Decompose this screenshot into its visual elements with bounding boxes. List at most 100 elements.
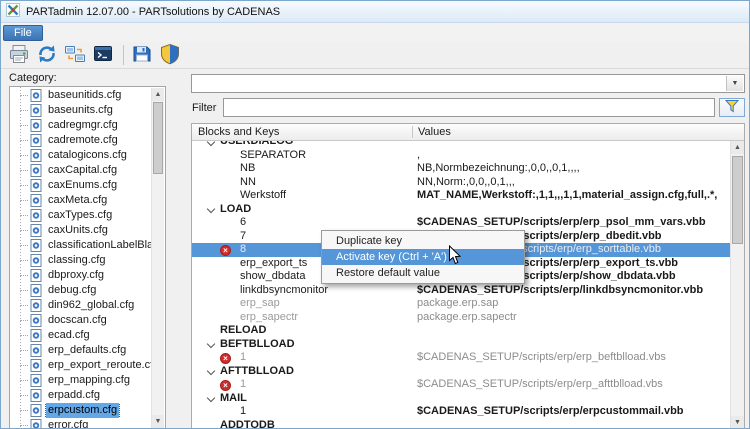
config-file-icon <box>30 194 42 207</box>
filter-input[interactable] <box>223 98 715 117</box>
tree-item-label: caxCapital.cfg <box>48 164 118 176</box>
tree-item[interactable]: classing.cfg <box>10 253 151 268</box>
titlebar[interactable]: PARTadmin 12.07.00 - PARTsolutions by CA… <box>1 1 749 23</box>
shield-toolbar-button[interactable] <box>157 43 183 68</box>
tree-item[interactable]: erpcustom.cfg <box>10 403 151 418</box>
table-row[interactable]: Werkstoff MAT_NAME,Werkstoff:,1,1,,,1,1,m… <box>192 189 730 203</box>
tree-item[interactable]: error.cfg <box>10 418 151 428</box>
table-scrollbar-thumb[interactable] <box>732 156 743 244</box>
table-row[interactable]: 6 $CADENAS_SETUP/scripts/erp/erp_psol_mm_… <box>192 216 730 230</box>
table-row[interactable]: AFTTBLLOAD <box>192 365 730 379</box>
tree-item[interactable]: din962_global.cfg <box>10 298 151 313</box>
tree-item[interactable]: dbproxy.cfg <box>10 268 151 283</box>
chevron-expanded-icon[interactable] <box>206 366 216 376</box>
row-key: BEFTBLLOAD <box>220 337 295 350</box>
tree-item[interactable]: caxTypes.cfg <box>10 208 151 223</box>
table-row[interactable]: RELOAD <box>192 324 730 338</box>
table-row[interactable]: × 1 $CADENAS_SETUP/scripts/erp/erp_beftbll… <box>192 351 730 365</box>
scroll-down-arrow[interactable]: ▼ <box>152 415 164 428</box>
table-row[interactable]: 1 $CADENAS_SETUP/scripts/erp/erpcustommai… <box>192 405 730 419</box>
tree-item[interactable]: debug.cfg <box>10 283 151 298</box>
config-file-combobox[interactable]: ▼ <box>191 74 745 93</box>
table-row[interactable]: erp_sap package.erp.sap <box>192 297 730 311</box>
chevron-expanded-icon[interactable] <box>206 141 216 146</box>
table-row[interactable]: ADDTODB <box>192 419 730 429</box>
table-row[interactable]: LOAD <box>192 203 730 217</box>
config-file-icon <box>30 284 42 297</box>
table-row[interactable]: USERDIALOG <box>192 141 730 149</box>
tree-item-label: docscan.cfg <box>48 314 107 326</box>
context-menu-item[interactable]: Activate key (Ctrl + 'A') <box>322 249 524 265</box>
tree-scrollbar-thumb[interactable] <box>153 102 163 174</box>
scroll-down-arrow[interactable]: ▼ <box>731 416 744 428</box>
row-key: NN <box>240 175 256 188</box>
scroll-up-arrow[interactable]: ▲ <box>152 88 164 101</box>
config-file-icon <box>30 344 42 357</box>
config-file-icon <box>30 149 42 162</box>
table-row[interactable]: BEFTBLLOAD <box>192 338 730 352</box>
table-row[interactable]: × 1 $CADENAS_SETUP/scripts/erp/erp_afttbll… <box>192 378 730 392</box>
refresh-toolbar-button[interactable] <box>34 43 60 68</box>
row-key: 8 <box>240 243 247 255</box>
transfer-toolbar-button[interactable] <box>62 43 88 68</box>
row-key: Werkstoff <box>240 189 287 201</box>
tree-item[interactable]: classificationLabelBlackl <box>10 238 151 253</box>
tree-item[interactable]: baseunits.cfg <box>10 103 151 118</box>
filter-button[interactable] <box>719 98 745 117</box>
tree-item[interactable]: baseunitids.cfg <box>10 88 151 103</box>
table-row[interactable]: NB NB,Normbezeichnung:,0,0,,0,1,,,, <box>192 162 730 176</box>
chevron-expanded-icon[interactable] <box>206 339 216 349</box>
tree-item[interactable]: ecad.cfg <box>10 328 151 343</box>
menubar: File <box>1 23 749 42</box>
tree-item-label: classing.cfg <box>48 254 106 266</box>
table-row[interactable]: MAIL <box>192 392 730 406</box>
transfer-icon <box>64 43 86 68</box>
scroll-up-arrow[interactable]: ▲ <box>731 141 744 154</box>
table-body: USERDIALOG SEPARATOR, NB NB,Normbezeichnung… <box>192 141 730 429</box>
tree-item[interactable]: caxMeta.cfg <box>10 193 151 208</box>
tree-item-label: erp_export_reroute.cfg <box>48 359 151 371</box>
config-file-icon <box>30 164 42 177</box>
tree-item[interactable]: erpadd.cfg <box>10 388 151 403</box>
tree-item-label: din962_global.cfg <box>48 299 135 311</box>
column-header-blocks-and-keys[interactable]: Blocks and Keys <box>198 126 279 138</box>
row-key: erp_sap <box>240 297 280 309</box>
context-menu-item[interactable]: Duplicate key <box>322 233 524 249</box>
tree-item[interactable]: erp_defaults.cfg <box>10 343 151 358</box>
tree-item[interactable]: docscan.cfg <box>10 313 151 328</box>
tree-item[interactable]: erp_export_reroute.cfg <box>10 358 151 373</box>
table-row[interactable]: NN NN,Norm:,0,0,,0,1,,, <box>192 176 730 190</box>
row-key: linkdbsyncmonitor <box>240 283 329 296</box>
printer-toolbar-button[interactable] <box>6 43 32 68</box>
row-value: $CADENAS_SETUP/scripts/erp/erp_afttblloa… <box>417 378 663 390</box>
context-menu: Duplicate key Activate key (Ctrl + 'A') Re… <box>321 230 525 284</box>
row-key: AFTTBLLOAD <box>220 364 294 377</box>
table-row[interactable]: SEPARATOR, <box>192 149 730 163</box>
tree-item[interactable]: catalogicons.cfg <box>10 148 151 163</box>
table-row[interactable]: erp_sapectr package.erp.sapectr <box>192 311 730 325</box>
context-menu-item[interactable]: Restore default value <box>322 265 524 281</box>
config-file-icon <box>30 239 42 252</box>
chevron-expanded-icon[interactable] <box>206 393 216 403</box>
combobox-dropdown-arrow[interactable]: ▼ <box>726 76 743 91</box>
tree-item[interactable]: erp_mapping.cfg <box>10 373 151 388</box>
tree-item[interactable]: cadremote.cfg <box>10 133 151 148</box>
menu-file[interactable]: File <box>3 24 43 41</box>
tree-scrollbar[interactable]: ▲ ▼ <box>151 88 164 428</box>
table-row[interactable]: linkdbsyncmonitor $CADENAS_SETUP/scripts/… <box>192 284 730 298</box>
tree-item[interactable]: caxCapital.cfg <box>10 163 151 178</box>
chevron-expanded-icon[interactable] <box>206 204 216 214</box>
tree-item-label: debug.cfg <box>48 284 97 296</box>
tree-item[interactable]: caxUnits.cfg <box>10 223 151 238</box>
table-scrollbar[interactable]: ▲ ▼ <box>730 141 744 428</box>
save-toolbar-button[interactable] <box>129 43 155 68</box>
config-file-icon <box>30 134 42 147</box>
column-divider[interactable] <box>412 126 413 138</box>
deactivated-icon: × <box>220 379 231 391</box>
save-icon <box>131 43 153 68</box>
tree-item[interactable]: cadregmgr.cfg <box>10 118 151 133</box>
column-header-values[interactable]: Values <box>418 126 451 138</box>
tree-item[interactable]: caxEnums.cfg <box>10 178 151 193</box>
tree-item-label: erp_defaults.cfg <box>48 344 127 356</box>
console-toolbar-button[interactable] <box>90 43 116 68</box>
